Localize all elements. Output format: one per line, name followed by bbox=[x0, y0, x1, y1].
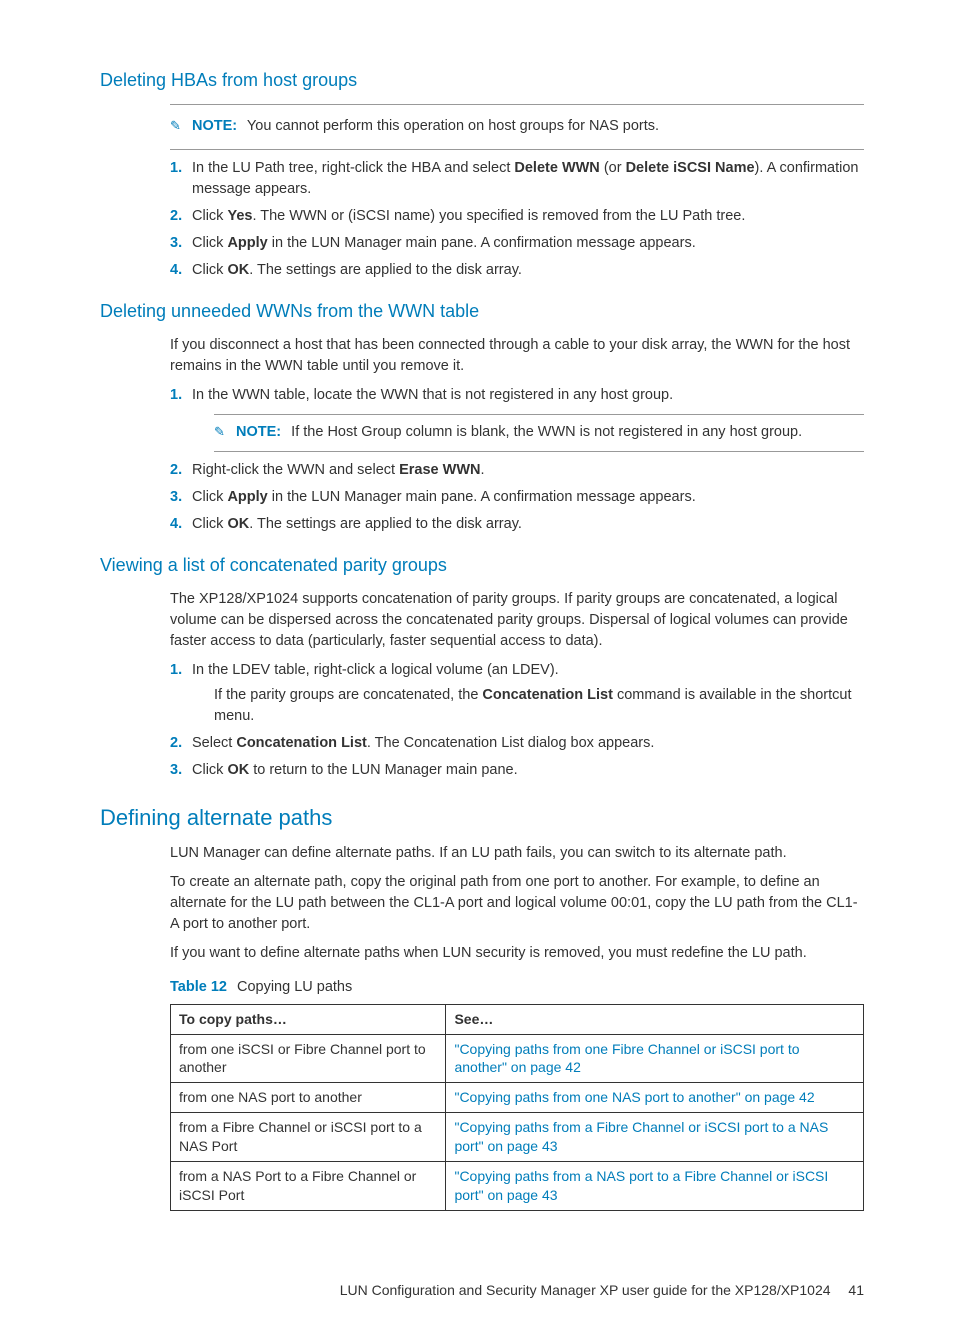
cell-to-copy: from a Fibre Channel or iSCSI port to a … bbox=[171, 1113, 446, 1162]
step-item: 4. Click OK. The settings are applied to … bbox=[170, 260, 864, 281]
th-to-copy: To copy paths… bbox=[171, 1004, 446, 1034]
cell-see: "Copying paths from a Fibre Channel or i… bbox=[446, 1113, 864, 1162]
step-text: Click Yes. The WWN or (iSCSI name) you s… bbox=[192, 208, 745, 224]
note-box-2: ✎ NOTE: If the Host Group column is blan… bbox=[214, 423, 864, 443]
step-number: 3. bbox=[170, 760, 182, 781]
th-see: See… bbox=[446, 1004, 864, 1034]
cell-to-copy: from one NAS port to another bbox=[171, 1083, 446, 1113]
step-number: 3. bbox=[170, 233, 182, 254]
step-subtext: If the parity groups are concatenated, t… bbox=[214, 685, 864, 727]
divider bbox=[170, 104, 864, 105]
cell-to-copy: from one iSCSI or Fibre Channel port to … bbox=[171, 1034, 446, 1083]
cross-ref-link[interactable]: "Copying paths from a NAS port to a Fibr… bbox=[454, 1168, 828, 1203]
note-text: If the Host Group column is blank, the W… bbox=[291, 424, 802, 440]
step-text: Click OK to return to the LUN Manager ma… bbox=[192, 762, 518, 778]
step-number: 1. bbox=[170, 158, 182, 179]
heading-deleting-hbas: Deleting HBAs from host groups bbox=[100, 68, 864, 92]
table-row: from a NAS Port to a Fibre Channel or iS… bbox=[171, 1161, 864, 1210]
step-item: 2. Right-click the WWN and select Erase W… bbox=[170, 460, 864, 481]
step-text: Click OK. The settings are applied to th… bbox=[192, 262, 522, 278]
step-text: In the LU Path tree, right-click the HBA… bbox=[192, 160, 859, 197]
cell-see: "Copying paths from one NAS port to anot… bbox=[446, 1083, 864, 1113]
table-row: from one NAS port to another "Copying pat… bbox=[171, 1083, 864, 1113]
step-item: 2. Click Yes. The WWN or (iSCSI name) you… bbox=[170, 206, 864, 227]
table-caption: Table 12 Copying LU paths bbox=[170, 978, 864, 998]
step-number: 4. bbox=[170, 260, 182, 281]
step-text: Click OK. The settings are applied to th… bbox=[192, 516, 522, 532]
inner-note: ✎ NOTE: If the Host Group column is blan… bbox=[214, 414, 864, 452]
step-text: In the WWN table, locate the WWN that is… bbox=[192, 387, 673, 403]
steps-wwn-1: 1. In the WWN table, locate the WWN that … bbox=[170, 385, 864, 406]
footer-page-number: 41 bbox=[848, 1282, 864, 1298]
paragraph: LUN Manager can define alternate paths. … bbox=[170, 843, 864, 864]
step-number: 1. bbox=[170, 660, 182, 681]
step-text: Select Concatenation List. The Concatena… bbox=[192, 735, 654, 751]
divider bbox=[170, 149, 864, 150]
cross-ref-link[interactable]: "Copying paths from one Fibre Channel or… bbox=[454, 1041, 799, 1076]
steps-deleting-hbas: 1. In the LU Path tree, right-click the H… bbox=[170, 158, 864, 281]
step-item: 3. Click OK to return to the LUN Manager … bbox=[170, 760, 864, 781]
note-label: NOTE: bbox=[192, 118, 237, 134]
table-title: Copying LU paths bbox=[237, 979, 352, 995]
paragraph: If you want to define alternate paths wh… bbox=[170, 943, 864, 964]
cell-to-copy: from a NAS Port to a Fibre Channel or iS… bbox=[171, 1161, 446, 1210]
paragraph: To create an alternate path, copy the or… bbox=[170, 872, 864, 935]
cross-ref-link[interactable]: "Copying paths from a Fibre Channel or i… bbox=[454, 1119, 828, 1154]
table-row: from a Fibre Channel or iSCSI port to a … bbox=[171, 1113, 864, 1162]
step-item: 3. Click Apply in the LUN Manager main pa… bbox=[170, 487, 864, 508]
heading-viewing-concat: Viewing a list of concatenated parity gr… bbox=[100, 553, 864, 577]
note-icon: ✎ bbox=[170, 117, 188, 135]
step-number: 3. bbox=[170, 487, 182, 508]
divider bbox=[214, 414, 864, 415]
step-text: In the LDEV table, right-click a logical… bbox=[192, 662, 559, 678]
footer-doc-title: LUN Configuration and Security Manager X… bbox=[340, 1282, 831, 1298]
paragraph: If you disconnect a host that has been c… bbox=[170, 335, 864, 377]
step-number: 2. bbox=[170, 733, 182, 754]
steps-concat: 1. In the LDEV table, right-click a logic… bbox=[170, 660, 864, 781]
step-text: Click Apply in the LUN Manager main pane… bbox=[192, 235, 696, 251]
step-number: 1. bbox=[170, 385, 182, 406]
table-row: from one iSCSI or Fibre Channel port to … bbox=[171, 1034, 864, 1083]
page-footer: LUN Configuration and Security Manager X… bbox=[100, 1281, 864, 1300]
cell-see: "Copying paths from one Fibre Channel or… bbox=[446, 1034, 864, 1083]
note-text: You cannot perform this operation on hos… bbox=[247, 118, 659, 134]
note-icon: ✎ bbox=[214, 423, 232, 441]
step-text: Click Apply in the LUN Manager main pane… bbox=[192, 489, 696, 505]
step-item: 4. Click OK. The settings are applied to … bbox=[170, 514, 864, 535]
step-text: Right-click the WWN and select Erase WWN… bbox=[192, 462, 485, 478]
paragraph: The XP128/XP1024 supports concatenation … bbox=[170, 589, 864, 652]
heading-deleting-wwns: Deleting unneeded WWNs from the WWN tabl… bbox=[100, 299, 864, 323]
step-item: 3. Click Apply in the LUN Manager main pa… bbox=[170, 233, 864, 254]
step-number: 2. bbox=[170, 460, 182, 481]
cross-ref-link[interactable]: "Copying paths from one NAS port to anot… bbox=[454, 1089, 814, 1105]
step-item: 1. In the LU Path tree, right-click the H… bbox=[170, 158, 864, 200]
step-number: 2. bbox=[170, 206, 182, 227]
step-item: 1. In the LDEV table, right-click a logic… bbox=[170, 660, 864, 727]
heading-defining-alternate: Defining alternate paths bbox=[100, 803, 864, 833]
step-number: 4. bbox=[170, 514, 182, 535]
table-copying-paths: To copy paths… See… from one iSCSI or Fi… bbox=[170, 1004, 864, 1211]
cell-see: "Copying paths from a NAS port to a Fibr… bbox=[446, 1161, 864, 1210]
step-item: 1. In the WWN table, locate the WWN that … bbox=[170, 385, 864, 406]
steps-wwn-2: 2. Right-click the WWN and select Erase W… bbox=[170, 460, 864, 535]
step-item: 2. Select Concatenation List. The Concate… bbox=[170, 733, 864, 754]
note-box-1: ✎ NOTE: You cannot perform this operatio… bbox=[170, 113, 864, 141]
note-label: NOTE: bbox=[236, 424, 281, 440]
table-number: Table 12 bbox=[170, 979, 227, 995]
divider bbox=[214, 451, 864, 452]
